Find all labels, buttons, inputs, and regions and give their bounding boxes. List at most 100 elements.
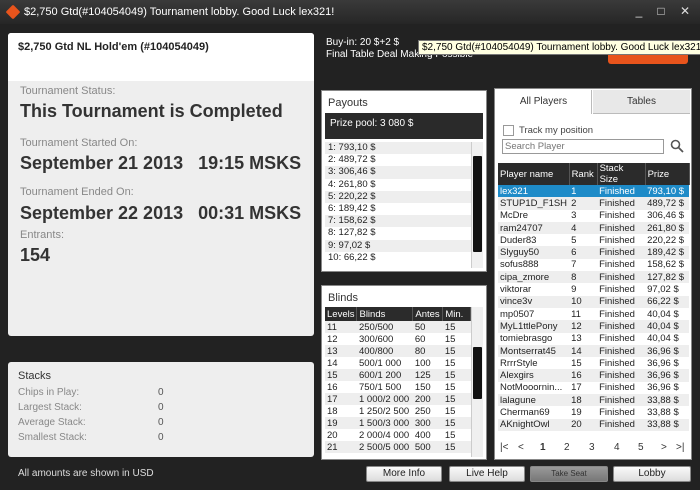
blinds-row: 16 750/1 500 150 15: [325, 381, 471, 393]
player-row[interactable]: Alexgirs 16 Finished 36,96 $: [498, 369, 690, 382]
player-row[interactable]: MyL1ttlePony 12 Finished 40,04 $: [498, 320, 690, 333]
cell: 300: [412, 417, 443, 429]
search-player-input[interactable]: [502, 139, 664, 154]
col-player-name[interactable]: Player name: [498, 163, 570, 185]
player-row[interactable]: viktorar 9 Finished 97,02 $: [498, 283, 689, 295]
player-row[interactable]: AKnightOwl 20 Finished 33,88 $: [498, 418, 690, 431]
col-rank[interactable]: Rank: [569, 163, 598, 185]
player-row[interactable]: vince3v 10 Finished 66,22 $: [498, 295, 690, 308]
first-page-button[interactable]: |<: [500, 442, 508, 453]
track-position-checkbox[interactable]: [503, 125, 514, 136]
cell: 200: [412, 393, 443, 405]
cell: Finished: [599, 234, 635, 246]
close-button[interactable]: ✕: [676, 3, 694, 19]
cell: 33,88 $: [645, 394, 690, 407]
player-row[interactable]: mp0507 11 Finished 40,04 $: [498, 308, 689, 320]
page-5-button[interactable]: 5: [638, 442, 644, 453]
scroll-thumb[interactable]: [473, 347, 482, 399]
blinds-scrollbar[interactable]: [471, 307, 483, 457]
player-row[interactable]: Duder83 5 Finished 220,22 $: [498, 234, 689, 246]
next-page-button[interactable]: >: [661, 442, 667, 453]
player-row[interactable]: Montserrat45 14 Finished 36,96 $: [498, 344, 690, 358]
player-row[interactable]: lex321 1 Finished 793,10 $: [498, 185, 690, 198]
player-row[interactable]: lalagune 18 Finished 33,88 $: [498, 394, 690, 407]
stacks-panel: Stacks Chips in Play: 0 Largest Stack: 0 A…: [8, 362, 314, 457]
cell: 793,10 $: [645, 185, 690, 198]
tab-all-players[interactable]: All Players: [496, 90, 592, 114]
cell: 2 000/4 000: [358, 429, 410, 441]
tab-tables[interactable]: Tables: [593, 90, 690, 114]
cell: sofus888: [500, 259, 539, 271]
player-row[interactable]: Slyguy50 6 Finished 189,42 $: [498, 246, 690, 259]
cell: Finished: [599, 284, 635, 296]
payouts-scrollbar[interactable]: [471, 142, 483, 268]
cell: 18: [327, 405, 338, 417]
player-row[interactable]: Cherman69 19 Finished 33,88 $: [498, 406, 689, 418]
prev-page-button[interactable]: <: [518, 442, 524, 453]
lobby-button[interactable]: Lobby: [613, 466, 691, 482]
page-3-button[interactable]: 3: [589, 442, 595, 453]
player-row[interactable]: STUP1D_F1SH 2 Finished 489,72 $: [498, 197, 690, 210]
payout-item: 9: 97,02 $: [325, 239, 471, 252]
cell: 13: [571, 333, 582, 345]
scroll-thumb[interactable]: [473, 156, 482, 252]
cell: 100: [414, 357, 431, 369]
blinds-row: 15 600/1 200 125 15: [325, 369, 471, 381]
cell: 19: [571, 406, 582, 418]
cell: MyL1ttlePony: [498, 320, 570, 333]
page-1-button[interactable]: 1: [540, 442, 546, 453]
cell: 7: [571, 259, 577, 271]
cell: 97,02 $: [647, 284, 679, 296]
players-header-row: Player name Rank Stack Size Prize: [498, 163, 690, 185]
take-seat-button[interactable]: Take Seat: [530, 466, 608, 482]
player-row[interactable]: cipa_zmore 8 Finished 127,82 $: [498, 271, 690, 284]
cell: 15: [444, 429, 456, 441]
started-label: Tournament Started On:: [20, 137, 138, 149]
col-blinds: Blinds: [356, 307, 414, 321]
blinds-table: Levels Blinds Antes Min. 11 250/500 50 15 1…: [325, 307, 471, 453]
cell: 36,96 $: [645, 369, 690, 382]
minimize-button[interactable]: _: [630, 3, 648, 19]
cell: mp0507: [500, 308, 535, 320]
player-row[interactable]: sofus888 7 Finished 158,62 $: [498, 259, 689, 271]
cell: 16: [327, 381, 338, 393]
cell: 11: [325, 321, 357, 333]
player-row[interactable]: RrrrStyle 15 Finished 36,96 $: [498, 357, 689, 369]
cell: 4: [569, 221, 598, 235]
cell: 8: [569, 271, 598, 284]
player-row[interactable]: McDre 3 Finished 306,46 $: [498, 210, 689, 222]
pagination: |< < 1 2 3 4 5 > >|: [498, 442, 688, 456]
live-help-button[interactable]: Live Help: [449, 466, 525, 482]
col-stack-size[interactable]: Stack Size: [597, 163, 646, 185]
cell: Finished: [597, 418, 646, 431]
cell: 15: [325, 369, 357, 381]
col-prize[interactable]: Prize: [645, 163, 690, 185]
cell: Cherman69: [500, 406, 550, 418]
player-row[interactable]: ram24707 4 Finished 261,80 $: [498, 221, 690, 235]
stack-value: 0: [158, 402, 164, 413]
search-icon[interactable]: [670, 139, 684, 153]
last-page-button[interactable]: >|: [676, 442, 684, 453]
player-row[interactable]: NotMooornin... 17 Finished 36,96 $: [498, 382, 689, 394]
blinds-row: 21 2 500/5 000 500 15: [325, 441, 471, 453]
player-row[interactable]: tomiebrasgo 13 Finished 40,04 $: [498, 333, 689, 345]
cell: 15: [442, 369, 471, 381]
cell: Finished: [599, 259, 635, 271]
blinds-header-row: Levels Blinds Antes Min.: [325, 307, 471, 321]
stack-label: Average Stack:: [18, 417, 86, 428]
cell: 66,22 $: [645, 295, 690, 308]
cell: 220,22 $: [647, 234, 685, 246]
cell: 127,82 $: [645, 271, 690, 284]
page-4-button[interactable]: 4: [614, 442, 620, 453]
page-2-button[interactable]: 2: [564, 442, 570, 453]
window-title: $2,750 Gtd(#104054049) Tournament lobby.…: [24, 6, 335, 18]
cell: 10: [569, 295, 598, 308]
cell: Finished: [597, 320, 646, 333]
stack-row: Average Stack: 0: [18, 417, 298, 428]
maximize-button[interactable]: □: [652, 3, 670, 19]
more-info-button[interactable]: More Info: [366, 466, 442, 482]
blinds-row: 17 1 000/2 000 200 15: [325, 393, 471, 405]
cell: 9: [571, 284, 577, 296]
players-table: Player name Rank Stack Size Prize lex321…: [498, 163, 690, 431]
cell: McDre: [500, 210, 528, 222]
